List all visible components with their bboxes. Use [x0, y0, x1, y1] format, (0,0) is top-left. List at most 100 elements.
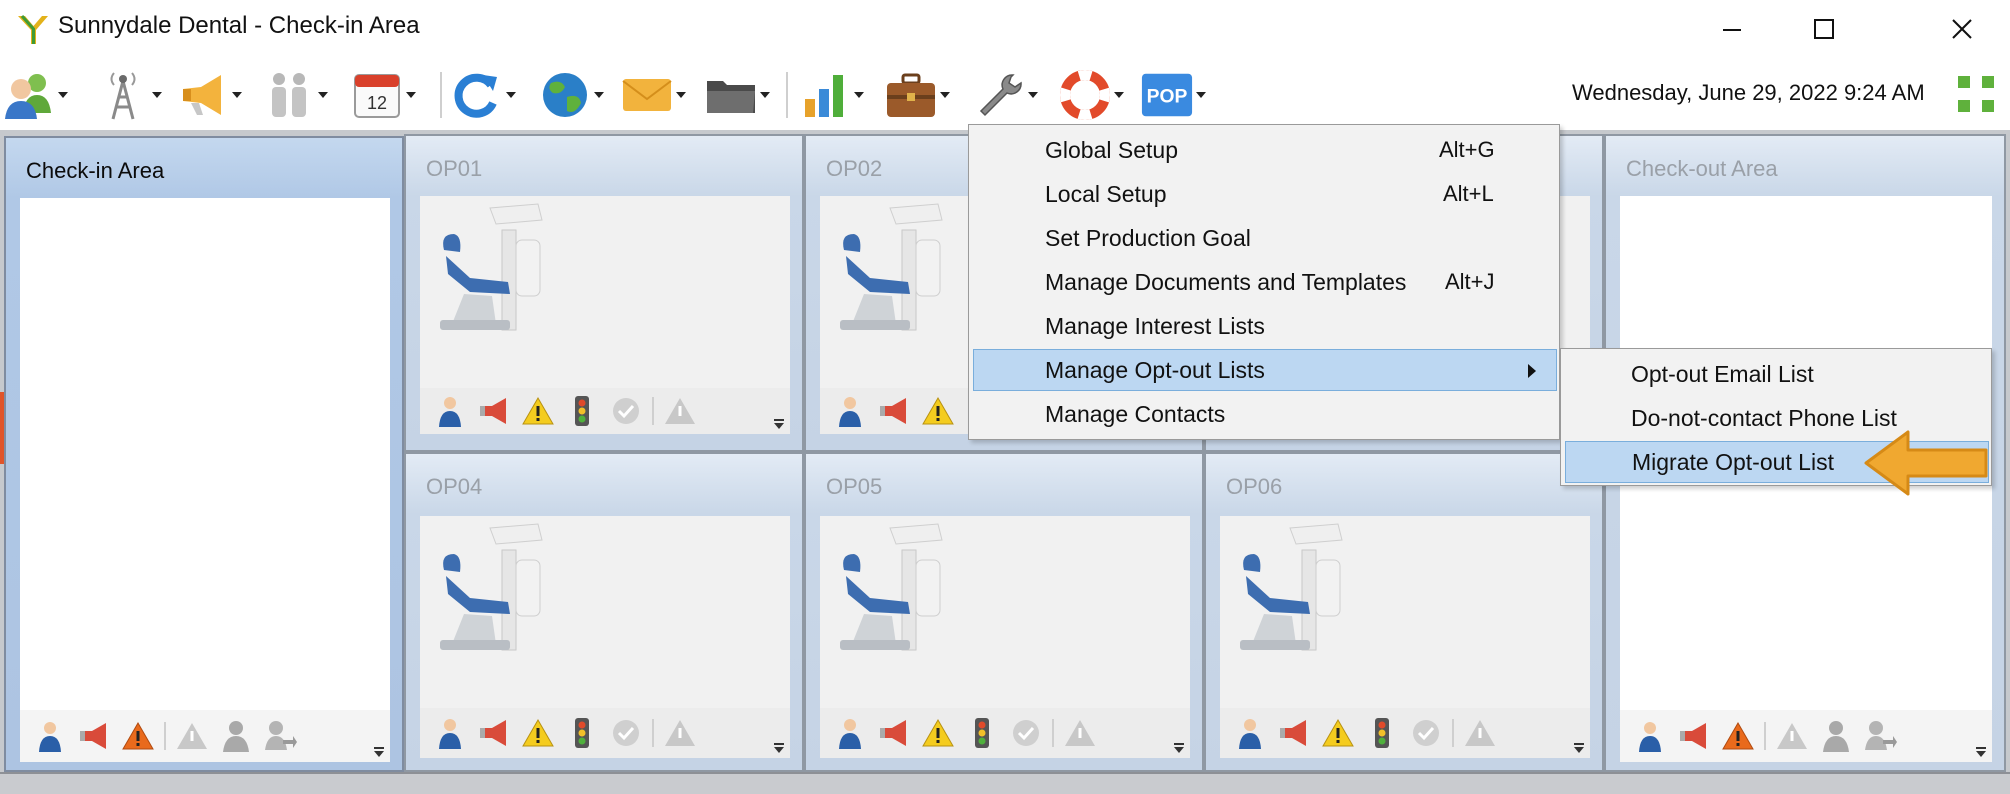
- chevron-down-icon[interactable]: [758, 85, 772, 105]
- chevron-down-icon[interactable]: [504, 85, 518, 105]
- operatory-content[interactable]: [1220, 516, 1590, 708]
- chevron-down-icon[interactable]: [404, 85, 418, 105]
- warning-icon[interactable]: [916, 715, 960, 751]
- checkin-patient-list[interactable]: [20, 198, 390, 710]
- pop-icon: POP: [1141, 73, 1193, 117]
- chevron-down-icon: [1976, 747, 1986, 757]
- menu-item-label: Manage Contacts: [1045, 401, 1226, 427]
- patient-icon[interactable]: [428, 715, 472, 751]
- chevron-down-icon[interactable]: [1112, 85, 1126, 105]
- operatory-status-bar: [420, 708, 790, 758]
- checkout-area-title: Check-out Area: [1626, 156, 1778, 181]
- warning-icon[interactable]: [1316, 715, 1360, 751]
- bottom-status-strip: [0, 772, 2010, 794]
- chevron-down-icon[interactable]: [938, 85, 952, 105]
- patient-icon[interactable]: [828, 715, 872, 751]
- patient-icon[interactable]: [1228, 715, 1272, 751]
- dental-chair-icon: [840, 203, 943, 331]
- user-disabled-icon: [1814, 718, 1858, 754]
- patient-icon[interactable]: [428, 393, 472, 429]
- chevron-down-icon[interactable]: [230, 85, 244, 105]
- megaphone-icon[interactable]: [872, 393, 916, 429]
- chevron-down-icon[interactable]: [150, 85, 164, 105]
- menu-item-global-setup[interactable]: Global Setup Alt+G: [973, 129, 1557, 171]
- megaphone-icon: [183, 75, 221, 115]
- toolbar-patients-button[interactable]: [2, 66, 70, 124]
- menu-item-manage-documents[interactable]: Manage Documents and Templates Alt+J: [973, 261, 1557, 303]
- chevron-down-icon: [374, 747, 384, 757]
- toolbar-megaphone-button[interactable]: [176, 66, 244, 124]
- warning-icon[interactable]: [516, 393, 560, 429]
- operatory-content[interactable]: [420, 196, 790, 388]
- calendar-day-label: 12: [367, 93, 387, 113]
- patient-icon[interactable]: [28, 718, 72, 754]
- menu-item-manage-contacts[interactable]: Manage Contacts: [973, 393, 1557, 435]
- toolbar-briefcase-button[interactable]: [884, 66, 952, 124]
- status-scroll-button[interactable]: [368, 742, 390, 762]
- operatory-status-bar: [1220, 708, 1590, 758]
- toolbar-email-button[interactable]: [620, 66, 688, 124]
- toolbar-tools-button[interactable]: [972, 66, 1040, 124]
- megaphone-icon[interactable]: [1272, 715, 1316, 751]
- warning-icon[interactable]: [916, 393, 960, 429]
- warning-icon[interactable]: [516, 715, 560, 751]
- operatory-title: OP05: [826, 474, 883, 499]
- submenu-item-opt-out-email-list[interactable]: Opt-out Email List: [1565, 353, 1989, 395]
- menu-item-set-production-goal[interactable]: Set Production Goal: [973, 217, 1557, 259]
- chevron-down-icon: [774, 743, 784, 753]
- patient-icon[interactable]: [1628, 718, 1672, 754]
- megaphone-icon[interactable]: [472, 393, 516, 429]
- checkin-area-panel: Check-in Area: [4, 136, 404, 772]
- warning-disabled-icon: [658, 393, 702, 429]
- operatory-panel-op05[interactable]: OP05: [804, 452, 1204, 772]
- megaphone-icon[interactable]: [872, 715, 916, 751]
- operatory-content[interactable]: [820, 516, 1190, 708]
- toolbar-help-button[interactable]: [1058, 66, 1126, 124]
- toolbar-tower-button[interactable]: [96, 66, 164, 124]
- traffic-light-icon[interactable]: [560, 715, 604, 751]
- toolbar-globe-button[interactable]: [538, 66, 606, 124]
- chevron-down-icon[interactable]: [852, 85, 866, 105]
- pop-label: POP: [1147, 87, 1188, 108]
- menu-item-manage-interest-lists[interactable]: Manage Interest Lists: [973, 305, 1557, 347]
- patient-icon[interactable]: [828, 393, 872, 429]
- operatory-panel-op01[interactable]: OP01: [404, 134, 804, 452]
- lifebuoy-icon: [1060, 70, 1110, 120]
- chevron-down-icon[interactable]: [1194, 85, 1208, 105]
- toolbar-folder-button[interactable]: [704, 66, 772, 124]
- toolbar-reports-button[interactable]: [798, 66, 866, 124]
- megaphone-icon[interactable]: [72, 718, 116, 754]
- chevron-down-icon[interactable]: [1026, 85, 1040, 105]
- operatory-content[interactable]: [420, 516, 790, 708]
- status-scroll-button[interactable]: [768, 414, 790, 434]
- minimize-button[interactable]: [1690, 6, 1774, 52]
- status-scroll-button[interactable]: [768, 738, 790, 758]
- traffic-light-icon[interactable]: [960, 715, 1004, 751]
- operatory-panel-op04[interactable]: OP04: [404, 452, 804, 772]
- status-scroll-button[interactable]: [1970, 742, 1992, 762]
- chevron-down-icon[interactable]: [316, 85, 330, 105]
- warning-icon[interactable]: [116, 718, 160, 754]
- toolbar-family-button[interactable]: [262, 66, 330, 124]
- toolbar-refresh-button[interactable]: [450, 66, 518, 124]
- close-button[interactable]: [1920, 6, 2004, 52]
- operatory-panel-op06[interactable]: OP06: [1204, 452, 1604, 772]
- traffic-light-icon[interactable]: [560, 393, 604, 429]
- status-scroll-button[interactable]: [1168, 738, 1190, 758]
- menu-item-local-setup[interactable]: Local Setup Alt+L: [973, 173, 1557, 215]
- chevron-down-icon[interactable]: [592, 85, 606, 105]
- toolbar-calendar-button[interactable]: 12: [350, 66, 418, 124]
- traffic-light-icon[interactable]: [1360, 715, 1404, 751]
- warning-icon[interactable]: [1716, 718, 1760, 754]
- megaphone-icon[interactable]: [1672, 718, 1716, 754]
- megaphone-icon[interactable]: [472, 715, 516, 751]
- chevron-down-icon[interactable]: [56, 85, 70, 105]
- menu-item-manage-opt-out-lists[interactable]: Manage Opt-out Lists: [973, 349, 1557, 391]
- chevron-down-icon[interactable]: [674, 85, 688, 105]
- chevron-down-icon: [774, 419, 784, 429]
- maximize-button[interactable]: [1782, 6, 1866, 52]
- toolbar-pop-button[interactable]: POP: [1140, 66, 1208, 124]
- status-scroll-button[interactable]: [1568, 738, 1590, 758]
- layout-toggle-icon[interactable]: [1956, 74, 1996, 114]
- radio-tower-icon: [110, 72, 136, 120]
